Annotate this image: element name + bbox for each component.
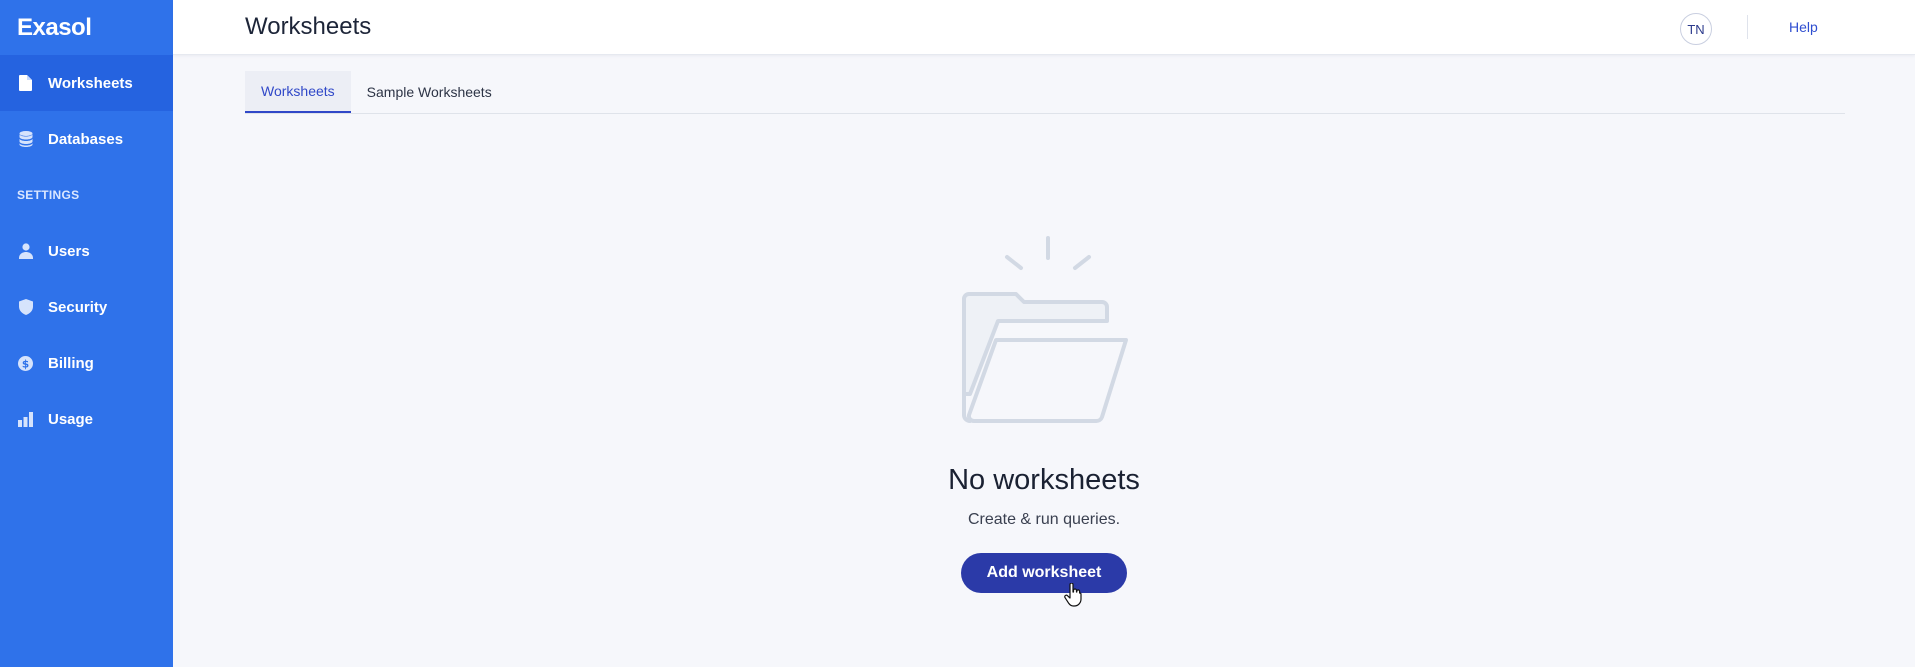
svg-text:$: $ bbox=[22, 358, 29, 370]
help-link[interactable]: Help bbox=[1789, 19, 1818, 35]
sidebar-item-label: Usage bbox=[48, 410, 94, 428]
empty-state: No worksheets Create & run queries. Add … bbox=[173, 230, 1915, 593]
settings-section-label: SETTINGS bbox=[17, 188, 80, 202]
tab-worksheets[interactable]: Worksheets bbox=[245, 71, 351, 113]
worksheet-tabs: Worksheets Sample Worksheets bbox=[245, 71, 1845, 114]
top-header: Worksheets TN Help bbox=[173, 0, 1915, 55]
sidebar-item-databases[interactable]: Databases bbox=[0, 111, 173, 167]
sidebar-item-label: Databases bbox=[48, 130, 124, 148]
sidebar-item-label: Users bbox=[48, 242, 90, 260]
user-icon bbox=[18, 243, 33, 259]
sidebar-item-billing[interactable]: $ Billing bbox=[0, 335, 173, 391]
sidebar-item-label: Security bbox=[48, 298, 108, 316]
sidebar-item-label: Billing bbox=[48, 354, 94, 372]
empty-state-title: No worksheets bbox=[948, 464, 1140, 496]
sidebar-item-label: Worksheets bbox=[48, 74, 133, 92]
header-divider bbox=[1747, 15, 1748, 39]
document-icon bbox=[18, 75, 33, 91]
database-icon bbox=[18, 131, 33, 147]
user-avatar[interactable]: TN bbox=[1680, 13, 1712, 45]
sidebar-item-security[interactable]: Security bbox=[0, 279, 173, 335]
app-root: Exasol Worksheets Databases SETTINGS Use… bbox=[0, 0, 1915, 667]
dollar-icon: $ bbox=[18, 355, 33, 371]
bar-chart-icon bbox=[18, 411, 33, 427]
open-folder-icon bbox=[962, 236, 1128, 423]
add-worksheet-button[interactable]: Add worksheet bbox=[961, 553, 1127, 593]
shield-icon bbox=[18, 299, 33, 315]
sidebar-item-users[interactable]: Users bbox=[0, 223, 173, 279]
hand-cursor-icon bbox=[1064, 583, 1082, 607]
page-title: Worksheets bbox=[245, 13, 372, 40]
sidebar-item-worksheets[interactable]: Worksheets bbox=[0, 55, 173, 111]
sidebar: Exasol Worksheets Databases SETTINGS Use… bbox=[0, 0, 173, 667]
tab-sample-worksheets[interactable]: Sample Worksheets bbox=[351, 71, 508, 113]
sidebar-item-usage[interactable]: Usage bbox=[0, 391, 173, 447]
logo-text: Exasol bbox=[17, 13, 92, 41]
empty-state-subtitle: Create & run queries. bbox=[967, 511, 1121, 528]
exasol-logo[interactable]: Exasol bbox=[0, 0, 173, 55]
